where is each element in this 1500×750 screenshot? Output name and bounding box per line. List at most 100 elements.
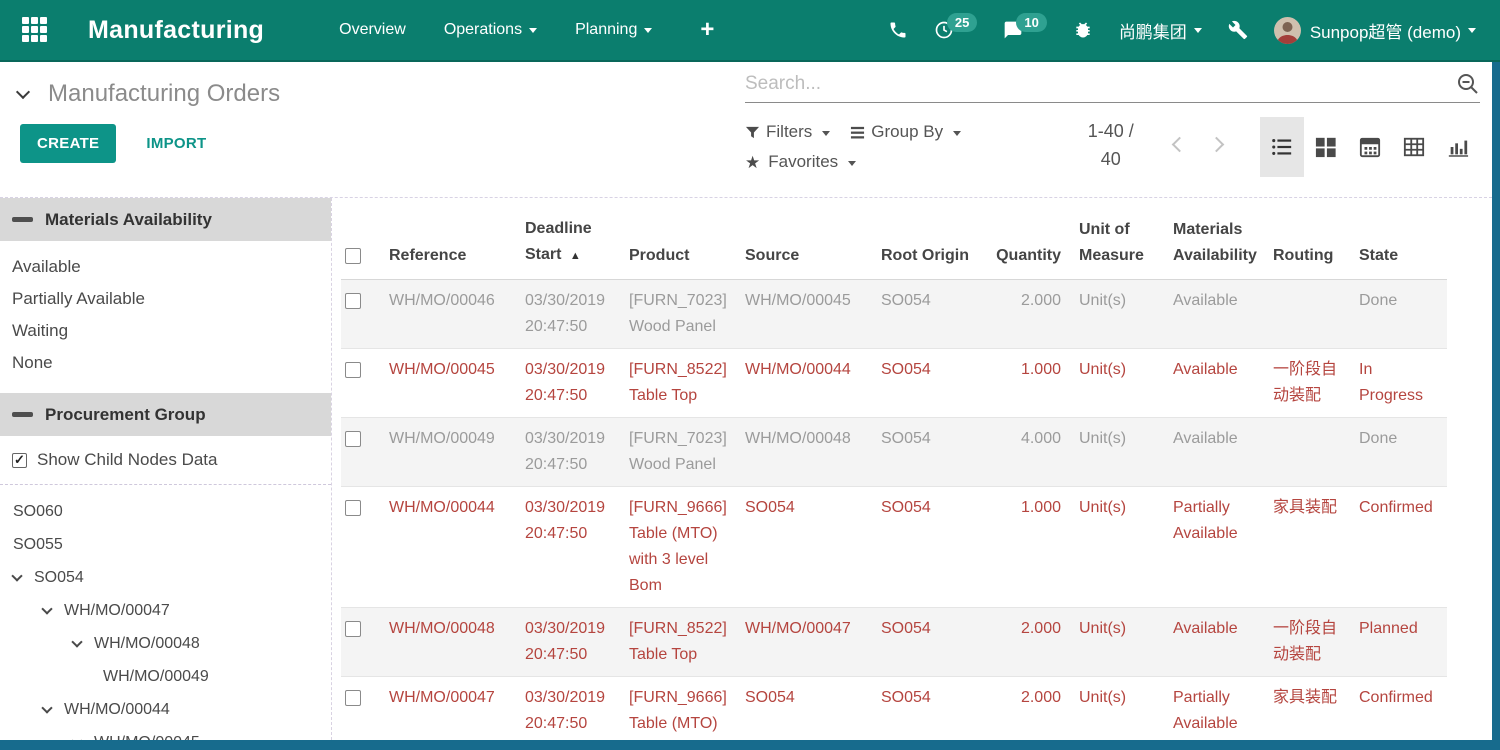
pivot-view-icon bbox=[1403, 136, 1425, 158]
app-title[interactable]: Manufacturing bbox=[88, 16, 264, 45]
favorites-star-icon: ★ bbox=[745, 154, 760, 171]
col-deadline-start[interactable]: Deadline Start ▲ bbox=[521, 198, 625, 280]
row-checkbox[interactable] bbox=[345, 431, 361, 447]
bug-icon[interactable] bbox=[1073, 20, 1093, 40]
collapse-dash-icon[interactable] bbox=[12, 412, 33, 417]
col-product[interactable]: Product bbox=[625, 198, 741, 280]
caret-down-icon bbox=[1194, 28, 1202, 33]
col-source[interactable]: Source bbox=[741, 198, 877, 280]
messages-button[interactable]: 10 bbox=[1003, 20, 1046, 40]
page-title: Manufacturing Orders bbox=[48, 80, 280, 108]
menu-overview[interactable]: Overview bbox=[339, 21, 406, 39]
group-by-dropdown[interactable]: Group By bbox=[871, 122, 943, 142]
table-row[interactable]: WH/MO/00049 03/30/2019 20:47:50 [FURN_70… bbox=[341, 418, 1447, 487]
tree-item[interactable]: WH/MO/00044 bbox=[0, 693, 331, 726]
search-magnifier-icon[interactable] bbox=[1456, 72, 1480, 96]
activities-button[interactable]: 25 bbox=[934, 20, 977, 40]
tree-item[interactable]: SO054 bbox=[0, 561, 331, 594]
phone-icon[interactable] bbox=[888, 20, 908, 40]
main-menu: Overview Operations Planning + bbox=[339, 16, 714, 44]
sidebar-section-materials-availability: Materials Availability bbox=[0, 198, 331, 241]
calendar-view-icon bbox=[1359, 136, 1381, 158]
search-input[interactable] bbox=[745, 73, 1456, 95]
table-row[interactable]: WH/MO/00048 03/30/2019 20:47:50 [FURN_85… bbox=[341, 608, 1447, 677]
pager-previous-button[interactable] bbox=[1172, 137, 1188, 153]
sidebar-item-partially-available[interactable]: Partially Available bbox=[0, 283, 331, 315]
chevron-down-icon bbox=[41, 702, 52, 713]
filters-dropdown[interactable]: Filters bbox=[766, 122, 812, 142]
table-row[interactable]: WH/MO/00044 03/30/2019 20:47:50 [FURN_96… bbox=[341, 487, 1447, 608]
caret-down-icon bbox=[644, 28, 652, 33]
row-checkbox[interactable] bbox=[345, 621, 361, 637]
vertical-scrollbar[interactable] bbox=[1492, 62, 1500, 740]
group-by-icon bbox=[850, 125, 865, 140]
col-materials-availability[interactable]: Materials Availability bbox=[1169, 198, 1269, 280]
control-panel: Manufacturing Orders CREATE IMPORT Filte… bbox=[0, 62, 1500, 197]
chevron-down-icon bbox=[41, 603, 52, 614]
table-row[interactable]: WH/MO/00046 03/30/2019 20:47:50 [FURN_70… bbox=[341, 280, 1447, 349]
caret-down-icon bbox=[1468, 28, 1476, 33]
avatar bbox=[1274, 17, 1301, 44]
tools-icon[interactable] bbox=[1228, 20, 1248, 40]
kanban-view-icon bbox=[1315, 136, 1337, 158]
tree-item[interactable]: WH/MO/00047 bbox=[0, 594, 331, 627]
company-switcher[interactable]: 尚鹏集团 bbox=[1119, 18, 1202, 43]
list-view-icon bbox=[1271, 136, 1293, 158]
view-kanban-button[interactable] bbox=[1304, 117, 1348, 177]
graph-view-icon bbox=[1447, 136, 1469, 158]
col-root-origin[interactable]: Root Origin bbox=[877, 198, 987, 280]
view-calendar-button[interactable] bbox=[1348, 117, 1392, 177]
caret-down-icon bbox=[848, 161, 856, 166]
import-button[interactable]: IMPORT bbox=[146, 135, 206, 152]
top-navbar: Manufacturing Overview Operations Planni… bbox=[0, 0, 1500, 62]
tree-item[interactable]: WH/MO/00048 bbox=[0, 627, 331, 660]
table-header-row: Reference Deadline Start ▲ Product Sourc… bbox=[341, 198, 1447, 280]
tree-item[interactable]: WH/MO/00045 bbox=[0, 726, 331, 740]
messages-badge: 10 bbox=[1016, 13, 1046, 32]
user-menu[interactable]: Sunpop超管 (demo) bbox=[1274, 17, 1476, 44]
col-routing[interactable]: Routing bbox=[1269, 198, 1355, 280]
col-quantity[interactable]: Quantity bbox=[987, 198, 1075, 280]
sidebar-item-available[interactable]: Available bbox=[0, 251, 331, 283]
col-state[interactable]: State bbox=[1355, 198, 1447, 280]
row-checkbox[interactable] bbox=[345, 690, 361, 706]
tree-item[interactable]: SO060 bbox=[0, 495, 331, 528]
sidebar-item-none[interactable]: None bbox=[0, 347, 331, 379]
systray: 25 10 尚鹏集团 Sunpop超管 (demo) bbox=[888, 17, 1500, 44]
sidebar-item-waiting[interactable]: Waiting bbox=[0, 315, 331, 347]
pager-next-button[interactable] bbox=[1209, 137, 1225, 153]
caret-down-icon bbox=[529, 28, 537, 33]
show-child-nodes-checkbox[interactable]: ✓ Show Child Nodes Data bbox=[12, 450, 331, 470]
filter-sidebar: Materials Availability Available Partial… bbox=[0, 198, 332, 740]
sidebar-section-procurement-group: Procurement Group bbox=[0, 393, 331, 436]
create-button[interactable]: CREATE bbox=[20, 124, 116, 163]
table-row[interactable]: WH/MO/00045 03/30/2019 20:47:50 [FURN_85… bbox=[341, 349, 1447, 418]
tree-item[interactable]: SO055 bbox=[0, 528, 331, 561]
menu-operations[interactable]: Operations bbox=[444, 21, 537, 39]
manufacturing-orders-list: Reference Deadline Start ▲ Product Sourc… bbox=[332, 198, 1492, 740]
select-all-checkbox[interactable] bbox=[345, 248, 361, 264]
row-checkbox[interactable] bbox=[345, 362, 361, 378]
horizontal-scrollbar[interactable] bbox=[0, 740, 1500, 750]
collapse-chevron-icon[interactable] bbox=[16, 84, 30, 98]
view-pivot-button[interactable] bbox=[1392, 117, 1436, 177]
col-unit-of-measure[interactable]: Unit of Measure bbox=[1075, 198, 1169, 280]
checkbox-checked-icon: ✓ bbox=[12, 453, 27, 468]
sort-asc-icon: ▲ bbox=[570, 250, 581, 262]
menu-planning[interactable]: Planning bbox=[575, 21, 652, 39]
col-reference[interactable]: Reference bbox=[385, 198, 521, 280]
apps-menu-icon[interactable] bbox=[22, 17, 48, 43]
filter-funnel-icon bbox=[745, 125, 760, 140]
favorites-dropdown[interactable]: Favorites bbox=[768, 152, 838, 172]
row-checkbox[interactable] bbox=[345, 293, 361, 309]
view-graph-button[interactable] bbox=[1436, 117, 1480, 177]
pager-range: 1-40 / 40 bbox=[1080, 117, 1143, 173]
table-row[interactable]: WH/MO/00047 03/30/2019 20:47:50 [FURN_96… bbox=[341, 677, 1447, 741]
select-all-checkbox-cell bbox=[341, 198, 385, 280]
caret-down-icon bbox=[953, 131, 961, 136]
menu-plus-button[interactable]: + bbox=[700, 16, 714, 44]
view-list-button[interactable] bbox=[1260, 117, 1304, 177]
collapse-dash-icon[interactable] bbox=[12, 217, 33, 222]
row-checkbox[interactable] bbox=[345, 500, 361, 516]
tree-item[interactable]: WH/MO/00049 bbox=[0, 660, 331, 693]
